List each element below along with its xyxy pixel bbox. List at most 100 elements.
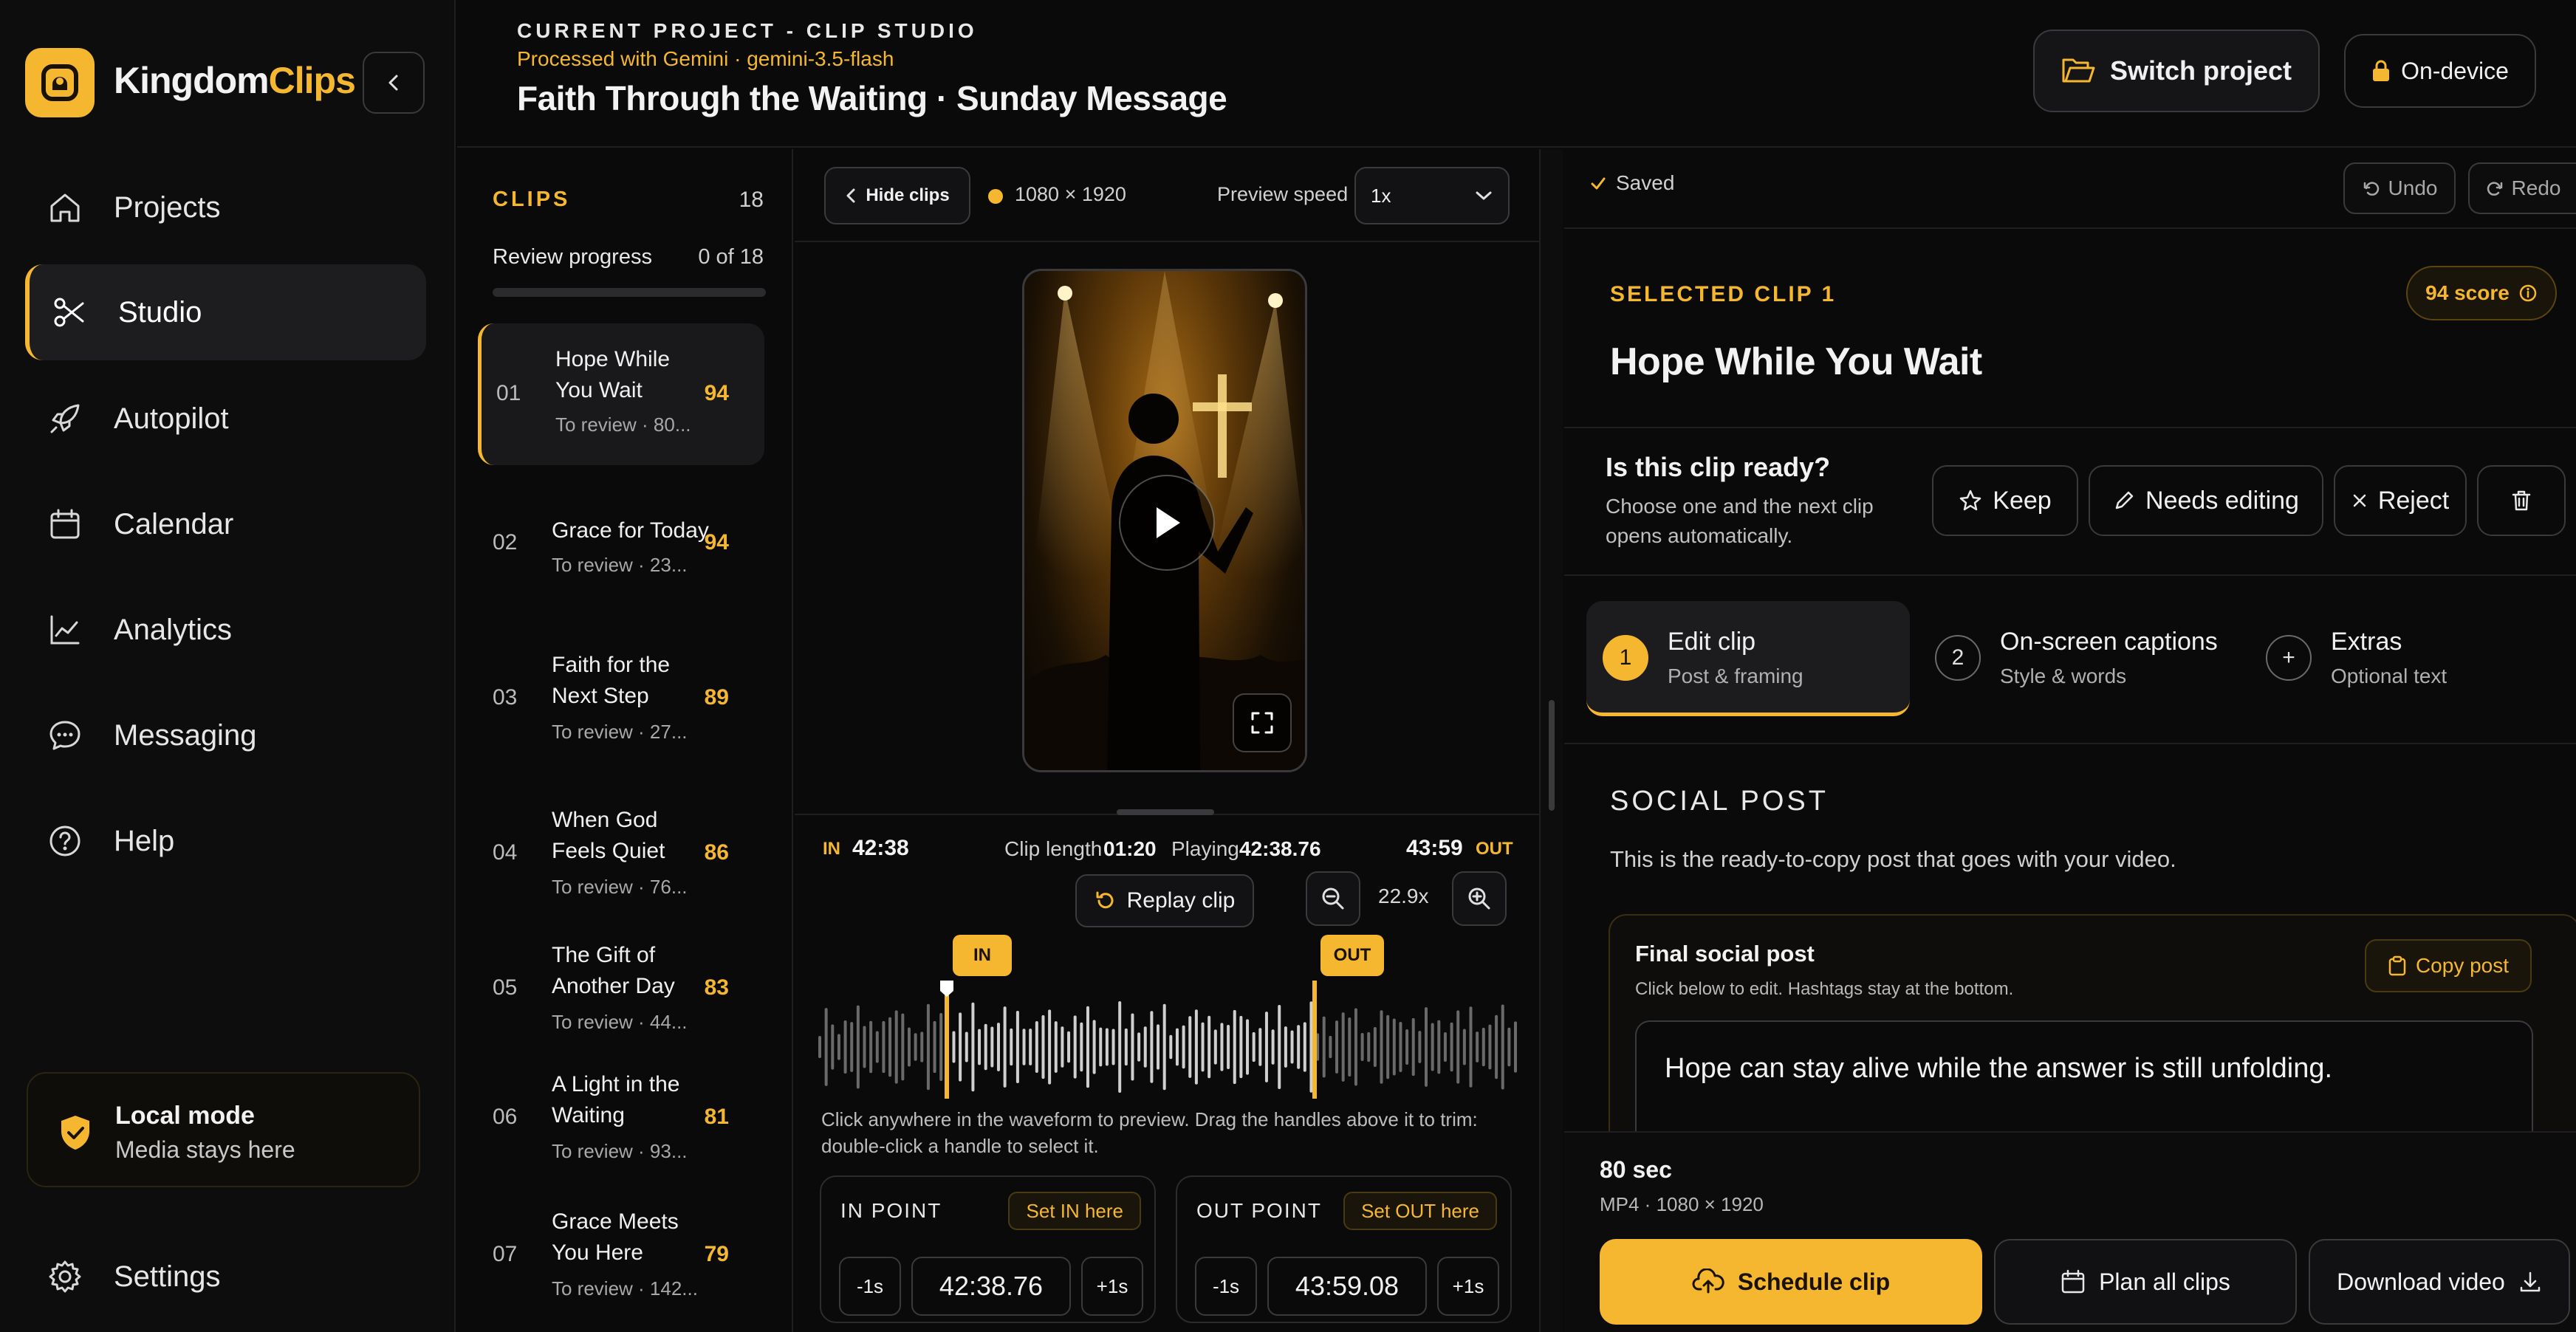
waveform-bar [1143,1026,1147,1068]
download-video-button[interactable]: Download video [2309,1239,2570,1325]
nav-item-studio[interactable]: Studio [25,264,426,360]
clip-item[interactable]: 07 Grace Meets You Here To review · 142.… [478,1201,764,1311]
waveform-bar [1258,1028,1262,1066]
clip-number: 01 [496,381,521,405]
waveform-bar [1233,1009,1236,1085]
lock-icon [2373,60,2390,81]
fullscreen-button[interactable] [1233,693,1292,752]
in-plus-button[interactable]: +1s [1081,1257,1143,1316]
out-minus-button[interactable]: -1s [1195,1257,1257,1316]
waveform-bar [1220,1023,1224,1071]
playhead-marker[interactable] [940,981,953,997]
waveform-bar [888,1017,892,1077]
clip-item[interactable]: 05 The Gift of Another Day To review · 4… [478,934,764,1045]
on-device-label: On-device [2401,57,2509,84]
waveform-bar [965,1031,968,1062]
out-handle-tag[interactable]: OUT [1320,935,1384,976]
nav-item-autopilot[interactable]: Autopilot [25,371,426,467]
clip-item[interactable]: 02 Grace for Today To review · 23... 94 [478,508,764,597]
nav-item-messaging[interactable]: Messaging [25,687,426,783]
video-preview[interactable] [1022,269,1307,772]
zoom-out-button[interactable] [1306,871,1360,926]
copy-post-button[interactable]: Copy post [2365,939,2532,992]
undo-button[interactable]: Undo [2343,162,2456,214]
score-badge[interactable]: 94 score [2406,266,2557,320]
keep-button[interactable]: Keep [1932,465,2078,536]
panel-splitter[interactable] [1541,149,1563,1332]
switch-project-button[interactable]: Switch project [2033,30,2320,112]
waveform-bar [901,1013,905,1081]
waveform-bar [1488,1024,1492,1070]
waveform-hint: Click anywhere in the waveform to previe… [821,1108,1478,1157]
processed-with-label: Processed with Gemini · gemini-3.5-flash [517,47,894,70]
in-handle-tag[interactable]: IN [953,935,1012,976]
in-minus-button[interactable]: -1s [839,1257,901,1316]
reject-button[interactable]: Reject [2334,465,2467,536]
step-extras[interactable]: + Extras Optional text [2250,601,2515,716]
waveform-bar [1118,1000,1122,1094]
nav-item-projects[interactable]: Projects [25,159,426,255]
preview-speed-select[interactable]: 1x [1354,167,1510,224]
waveform-bar [1182,1025,1185,1069]
waveform-bar [1329,1035,1332,1059]
in-trim-handle[interactable] [945,981,949,1099]
in-point-input[interactable]: 42:38.76 [911,1257,1071,1316]
local-mode-card: Local mode Media stays here [27,1072,420,1187]
plan-all-clips-button[interactable]: Plan all clips [1994,1239,2297,1325]
step-edit-clip[interactable]: 1 Edit clip Post & framing [1586,601,1910,716]
out-point-card: OUT POINT Set OUT here -1s 43:59.08 +1s [1176,1175,1512,1323]
waveform-bar [1450,1022,1453,1072]
step-subtitle: Style & words [2000,665,2127,687]
nav-item-calendar[interactable]: Calendar [25,476,426,572]
hide-clips-button[interactable]: Hide clips [824,167,970,224]
info-icon [2519,284,2537,302]
on-device-badge[interactable]: On-device [2344,34,2536,108]
waveform-bar [1507,1027,1511,1067]
redo-button[interactable]: Redo [2468,162,2576,214]
out-point-input[interactable]: 43:59.08 [1267,1257,1427,1316]
step-subtitle: Optional text [2331,665,2447,687]
step-on-screen-captions[interactable]: 2 On-screen captions Style & words [1919,601,2229,716]
clip-item[interactable]: 03 Faith for the Next Step To review · 2… [478,644,764,755]
waveform-bar [863,1026,866,1068]
waveform[interactable] [817,981,1518,1099]
clip-item[interactable]: 04 When God Feels Quiet To review · 76..… [478,799,764,910]
replay-clip-button[interactable]: Replay clip [1075,874,1254,927]
sidebar: KingdomClips Projects Studio Autopilot C… [0,0,456,1332]
clip-duration: 80 sec [1600,1156,1672,1183]
out-plus-button[interactable]: +1s [1437,1257,1499,1316]
set-in-button[interactable]: Set IN here [1008,1192,1141,1230]
nav-item-settings[interactable]: Settings [25,1229,426,1325]
nav-item-help[interactable]: Help [25,793,426,889]
waveform-bar [1354,1008,1357,1086]
waveform-bar [1373,1026,1377,1068]
needs-editing-button[interactable]: Needs editing [2089,465,2323,536]
clip-title: When God Feels Quiet [552,808,665,863]
out-trim-handle[interactable] [1312,981,1317,1099]
waveform-bar [1437,1020,1441,1074]
clip-item[interactable]: 06 A Light in the Waiting To review · 93… [478,1063,764,1174]
playing-label: Playing [1171,837,1239,860]
waveform-bar [1041,1015,1045,1079]
home-icon [50,193,80,222]
waveform-bar [1048,1009,1052,1085]
delete-button[interactable] [2477,465,2566,536]
clip-item[interactable]: 01 Hope While You Wait To review · 80...… [478,323,764,465]
zoom-in-button[interactable] [1452,871,1507,926]
collapse-sidebar-button[interactable] [363,52,425,114]
in-point-card: IN POINT Set IN here -1s 42:38.76 +1s [820,1175,1156,1323]
selected-clip-label: SELECTED CLIP 1 [1610,282,1837,306]
schedule-clip-button[interactable]: Schedule clip [1600,1239,1982,1325]
step-title: On-screen captions [2000,628,2218,656]
set-out-button[interactable]: Set OUT here [1343,1192,1497,1230]
nav-item-label: Autopilot [114,402,229,435]
waveform-bar [1194,1009,1198,1085]
waveform-bar [850,1022,854,1072]
resize-handle[interactable] [1117,809,1214,815]
nav-item-analytics[interactable]: Analytics [25,582,426,678]
play-button[interactable] [1119,475,1215,571]
rocket-icon [50,404,80,433]
clip-score: 89 [704,685,729,710]
waveform-bar [1188,1016,1192,1078]
waveform-bar [1131,1013,1134,1081]
